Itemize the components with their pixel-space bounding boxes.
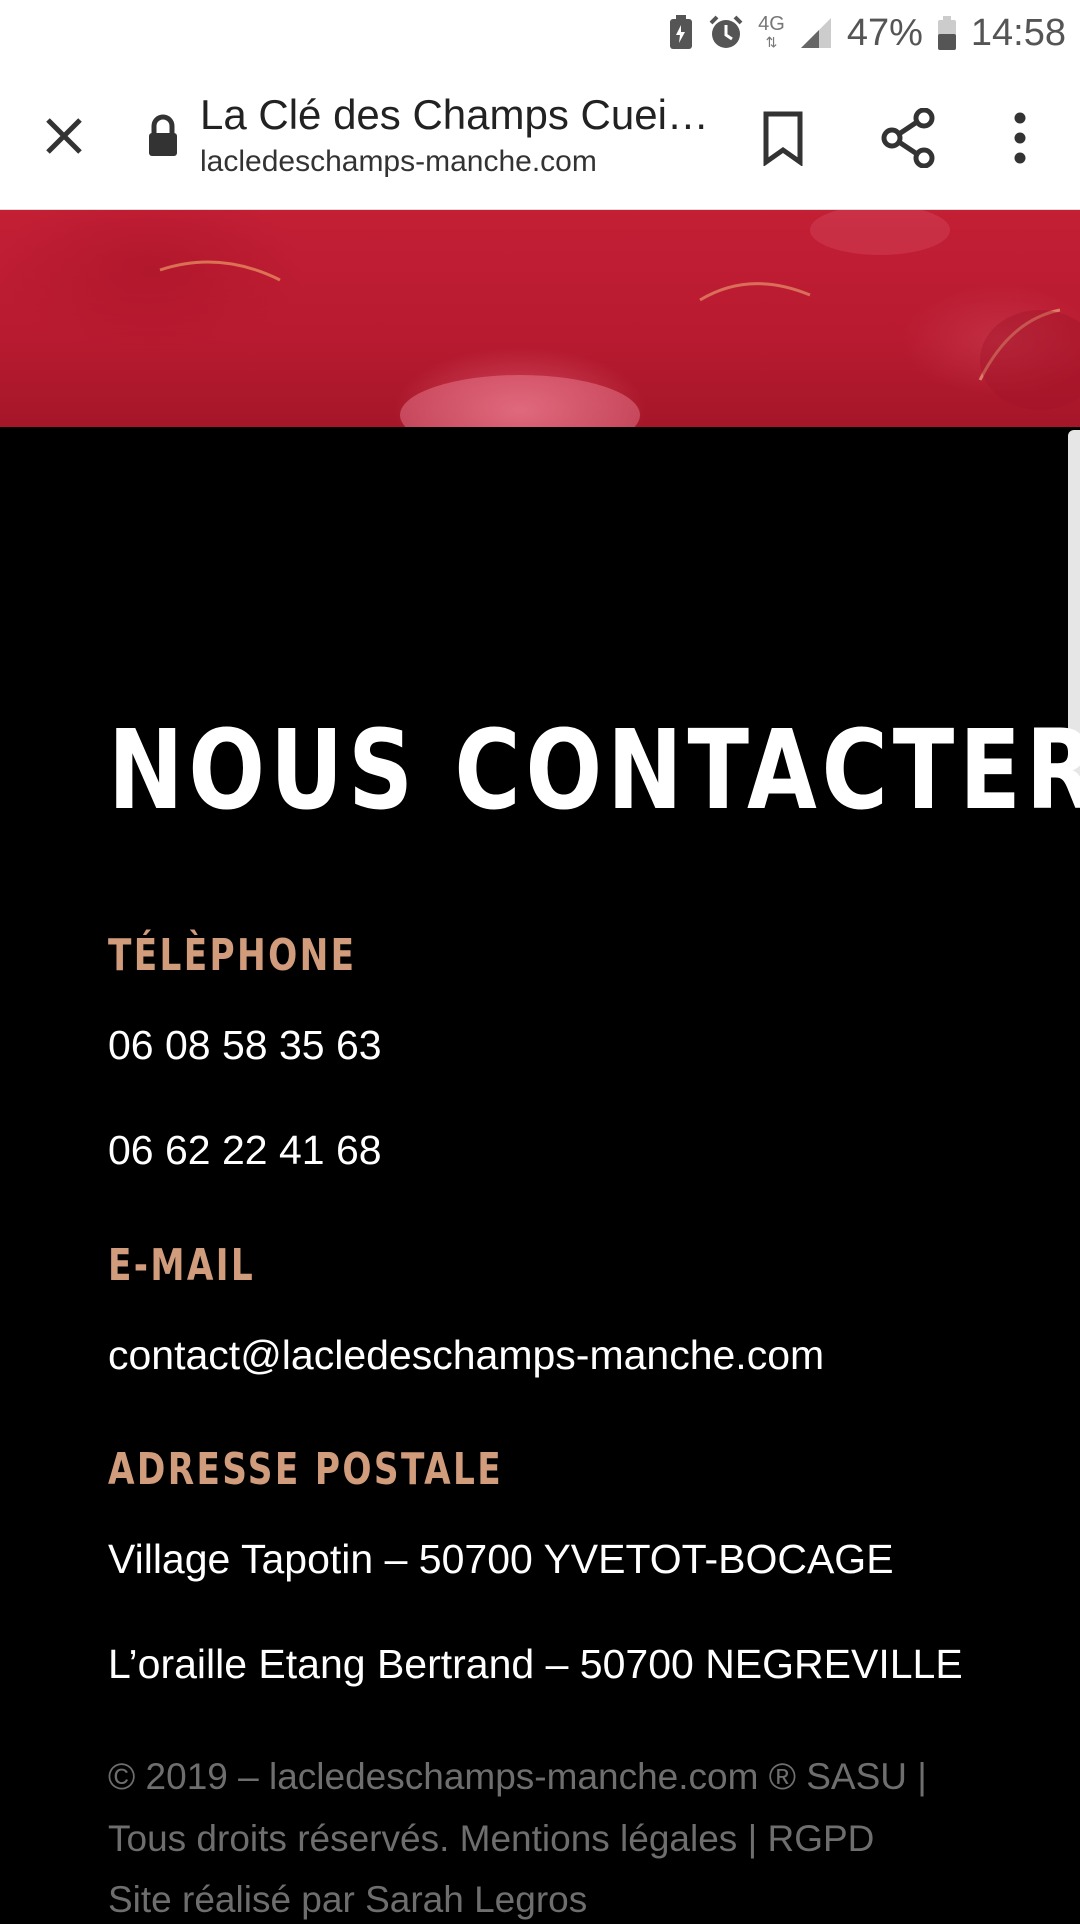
footer-separator: | bbox=[747, 1818, 758, 1859]
phone-link-2[interactable]: 06 62 22 41 68 bbox=[108, 1123, 382, 1177]
phone-label: TÉLÈPHONE bbox=[108, 930, 357, 981]
battery-percent: 47% bbox=[846, 11, 923, 54]
rgpd-link[interactable]: RGPD bbox=[768, 1818, 875, 1859]
footer-links-line: Tous droits réservés. Mentions légales |… bbox=[108, 1815, 874, 1863]
hero-image bbox=[0, 210, 1080, 427]
network-type-icon: 4G ⇅ bbox=[758, 13, 785, 50]
page-url: lacledeschamps-manche.com bbox=[200, 145, 597, 178]
phone-link-1[interactable]: 06 08 58 35 63 bbox=[108, 1018, 382, 1072]
close-icon bbox=[46, 118, 82, 154]
footer-copyright: © 2019 – lacledeschamps-manche.com ® SAS… bbox=[108, 1756, 927, 1797]
battery-icon bbox=[937, 16, 957, 50]
footer-rights: Tous droits réservés. bbox=[108, 1818, 450, 1859]
close-button[interactable] bbox=[38, 110, 90, 162]
browser-toolbar: La Clé des Champs Cueill... lacledescham… bbox=[0, 66, 1080, 210]
signal-icon bbox=[799, 16, 833, 50]
battery-saver-icon bbox=[668, 15, 694, 51]
footer-credit: Site réalisé par Sarah Legros bbox=[108, 1879, 588, 1920]
share-button[interactable] bbox=[880, 107, 936, 169]
page-title: La Clé des Champs Cueill... bbox=[200, 91, 710, 138]
more-vert-icon bbox=[1014, 112, 1026, 164]
email-label: E-MAIL bbox=[108, 1240, 256, 1291]
page-info[interactable]: La Clé des Champs Cueill... lacledescham… bbox=[200, 88, 710, 182]
clock: 14:58 bbox=[970, 11, 1066, 54]
address-line-2: L’oraille Etang Bertrand – 50700 NEGREVI… bbox=[108, 1641, 963, 1687]
network-type-label: 4G bbox=[758, 13, 785, 35]
legal-notice-link[interactable]: Mentions légales bbox=[460, 1818, 738, 1859]
lock-icon bbox=[146, 114, 180, 158]
address-label: ADRESSE POSTALE bbox=[108, 1444, 503, 1495]
email-link[interactable]: contact@lacledeschamps-manche.com bbox=[108, 1328, 824, 1382]
share-icon bbox=[881, 107, 935, 169]
status-bar: 4G ⇅ 47% 14:58 bbox=[0, 0, 1080, 66]
contact-heading: NOUS CONTACTER bbox=[108, 706, 1080, 834]
alarm-icon bbox=[708, 15, 744, 51]
bookmark-icon bbox=[763, 111, 803, 167]
hero-decoration bbox=[159, 210, 1080, 427]
bookmark-button[interactable] bbox=[758, 110, 808, 167]
overflow-menu-button[interactable] bbox=[998, 110, 1042, 166]
address-line-1: Village Tapotin – 50700 YVETOT-BOCAGE bbox=[108, 1536, 894, 1582]
